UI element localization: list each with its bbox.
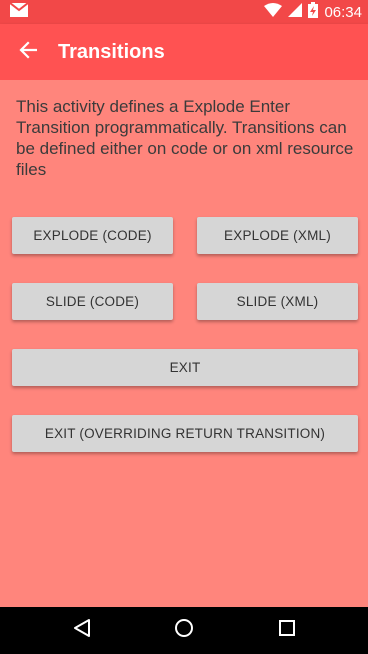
exit-override-button[interactable]: EXIT (OVERRIDING RETURN TRANSITION)	[12, 415, 358, 452]
page-title: Transitions	[58, 40, 165, 63]
main-content: This activity defines a Explode Enter Tr…	[0, 80, 368, 607]
status-bar: 06:34	[0, 0, 368, 24]
nav-home-button[interactable]	[154, 607, 214, 654]
home-circle-icon	[174, 618, 194, 643]
signal-icon	[288, 2, 303, 22]
back-button[interactable]	[0, 24, 56, 80]
explode-code-button[interactable]: EXPLODE (CODE)	[12, 217, 173, 254]
explode-xml-button[interactable]: EXPLODE (XML)	[197, 217, 358, 254]
wifi-icon	[264, 2, 283, 22]
nav-recents-button[interactable]	[257, 607, 317, 654]
recents-square-icon	[278, 619, 296, 642]
slide-xml-button[interactable]: SLIDE (XML)	[197, 283, 358, 320]
battery-charging-icon	[308, 1, 319, 23]
nav-bar	[0, 607, 368, 654]
gmail-icon	[9, 1, 29, 22]
app-bar: Transitions	[0, 24, 368, 80]
description-text: This activity defines a Explode Enter Tr…	[16, 97, 354, 179]
exit-button[interactable]: EXIT	[12, 349, 358, 386]
back-triangle-icon	[73, 618, 91, 643]
nav-back-button[interactable]	[52, 607, 112, 654]
arrow-back-icon	[19, 40, 38, 64]
slide-code-button[interactable]: SLIDE (CODE)	[12, 283, 173, 320]
status-time: 06:34	[324, 3, 362, 21]
